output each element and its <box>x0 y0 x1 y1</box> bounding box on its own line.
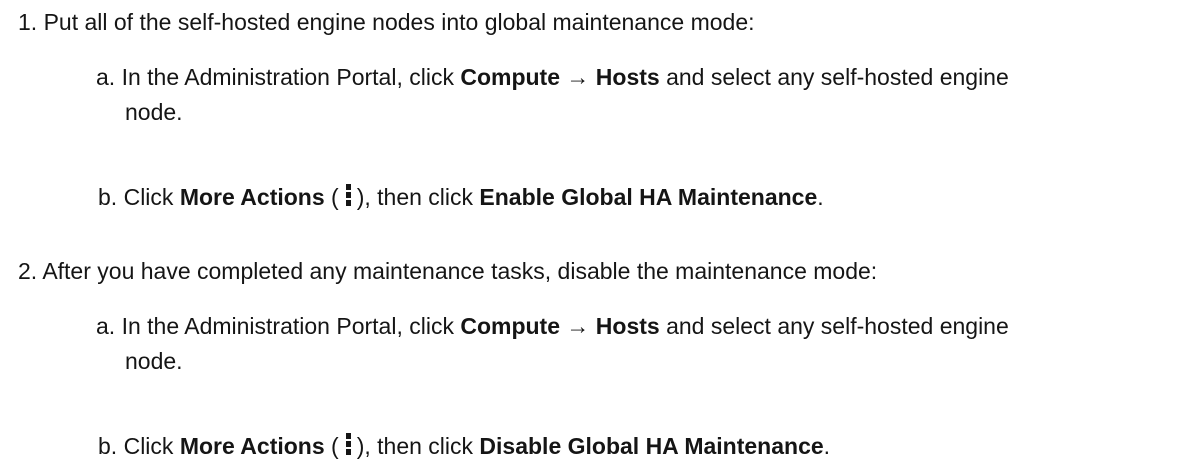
step-text: After you have completed any maintenance… <box>42 258 878 284</box>
substep-text-before: In the Administration Portal, click <box>121 64 461 90</box>
substep-letter: a. <box>96 313 116 339</box>
more-actions-label: More Actions <box>179 184 325 210</box>
substep-2a: a. In the Administration Portal, click C… <box>96 313 1009 339</box>
kebab-vertical-icon <box>345 184 351 206</box>
substep-1a-continuation: node. <box>125 99 183 125</box>
enable-global-ha-action: Enable Global HA Maintenance <box>479 184 818 210</box>
more-actions-label: More Actions <box>179 433 325 459</box>
step-2: 2. After you have completed any maintena… <box>18 254 877 288</box>
substep-1a: a. In the Administration Portal, click C… <box>96 60 1009 94</box>
substep-letter: a. <box>96 64 116 90</box>
substep-2a-continuation: node. <box>125 348 183 374</box>
substep-text-after: and select any self-hosted engine <box>659 64 1009 90</box>
step-text: Put all of the self-hosted engine nodes … <box>43 9 755 35</box>
menu-compute: Compute <box>460 64 561 90</box>
menu-hosts: Hosts <box>595 313 660 339</box>
substep-1b: b. Click More Actions (), then click Ena… <box>98 184 824 210</box>
menu-hosts: Hosts <box>595 64 660 90</box>
arrow: → <box>566 313 590 339</box>
step-number: 1. <box>18 9 38 35</box>
menu-compute: Compute <box>460 313 561 339</box>
step-number: 2. <box>18 258 38 284</box>
substep-2b: b. Click More Actions (), then click Dis… <box>98 433 831 459</box>
substep-letter: b. <box>98 184 118 210</box>
kebab-vertical-icon <box>345 433 351 455</box>
step-1: 1. Put all of the self-hosted engine nod… <box>18 5 755 39</box>
substep-letter: b. <box>98 433 118 459</box>
arrow: → <box>566 64 590 90</box>
disable-global-ha-action: Disable Global HA Maintenance <box>479 433 824 459</box>
